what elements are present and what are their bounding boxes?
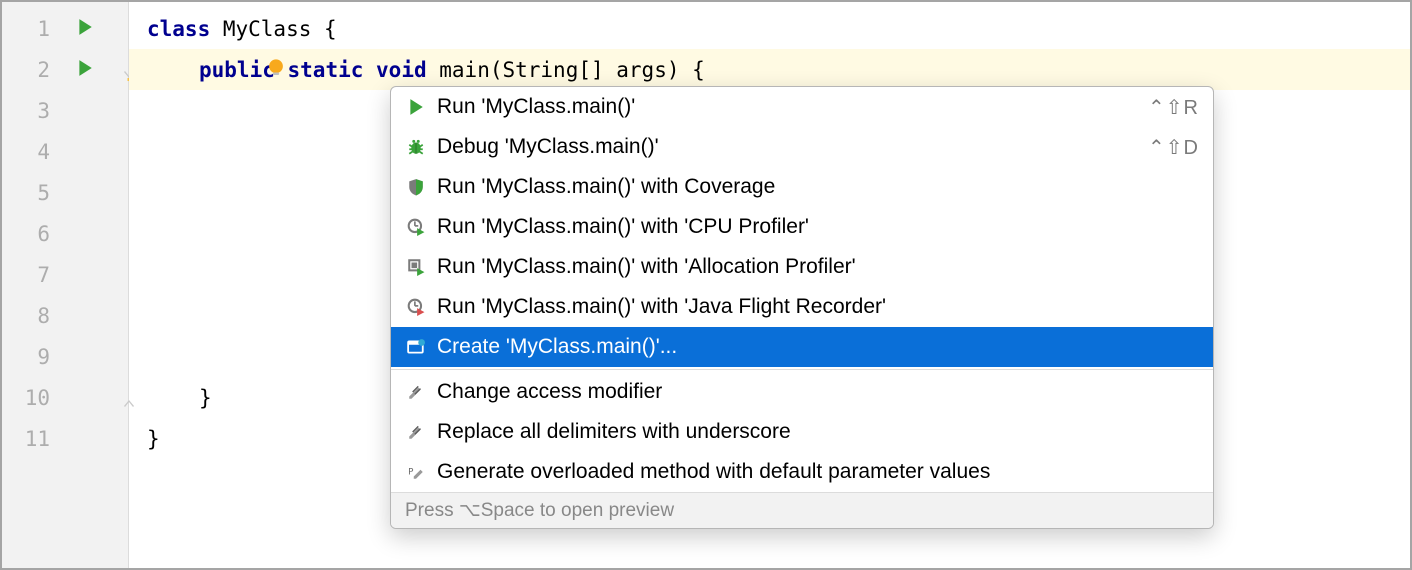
gutter: 1 2 3 4 5 6 7 8 9 10 11 (2, 2, 129, 568)
line-number: 8 (37, 304, 50, 328)
popup-label: Debug 'MyClass.main()' (437, 135, 1148, 159)
brace: { (324, 17, 337, 41)
popup-shortcut: ⌃⇧D (1148, 135, 1199, 160)
popup-label: Run 'MyClass.main()' with Coverage (437, 175, 1199, 199)
brace: } (199, 386, 212, 410)
intention-icon (405, 423, 427, 441)
popup-label: Generate overloaded method with default … (437, 460, 1199, 484)
code-editor: 1 2 3 4 5 6 7 8 9 10 11 clas (2, 2, 1410, 568)
popup-item-run[interactable]: Run 'MyClass.main()' ⌃⇧R (391, 87, 1213, 127)
run-gutter-icon[interactable] (76, 17, 94, 41)
popup-item-alloc-profiler[interactable]: Run 'MyClass.main()' with 'Allocation Pr… (391, 247, 1213, 287)
run-icon (405, 98, 427, 116)
coverage-icon (405, 178, 427, 196)
gutter-line: 4 (2, 131, 128, 172)
gutter-line: 9 (2, 336, 128, 377)
brace: { (692, 58, 705, 82)
gutter-line: 1 (2, 8, 128, 49)
popup-label: Replace all delimiters with underscore (437, 420, 1199, 444)
run-gutter-icon[interactable] (76, 58, 94, 82)
popup-item-debug[interactable]: Debug 'MyClass.main()' ⌃⇧D (391, 127, 1213, 167)
gutter-line: 10 (2, 377, 128, 418)
gutter-line: 8 (2, 295, 128, 336)
popup-label: Change access modifier (437, 380, 1199, 404)
intention-params-icon: P (405, 463, 427, 481)
popup-footer: Press ⌥Space to open preview (391, 492, 1213, 528)
line-number: 2 (37, 58, 50, 82)
line-number: 4 (37, 140, 50, 164)
brace: } (147, 427, 160, 451)
popup-item-coverage[interactable]: Run 'MyClass.main()' with Coverage (391, 167, 1213, 207)
code-line-highlighted: public static void main(String[] args) { (129, 49, 1410, 90)
svg-text:P: P (408, 467, 414, 477)
popup-separator (391, 369, 1213, 370)
code-line: class MyClass { (129, 8, 1410, 49)
jfr-icon (405, 298, 427, 316)
line-number: 10 (25, 386, 50, 410)
popup-item-create-config[interactable]: Create 'MyClass.main()'... (391, 327, 1213, 367)
popup-shortcut: ⌃⇧R (1148, 95, 1199, 120)
gutter-line: 6 (2, 213, 128, 254)
identifier: main(String[] args) (439, 58, 692, 82)
popup-label: Run 'MyClass.main()' (437, 95, 1148, 119)
gutter-line: 5 (2, 172, 128, 213)
popup-item-replace-delimiters[interactable]: Replace all delimiters with underscore (391, 412, 1213, 452)
keyword: void (376, 58, 427, 82)
gutter-line: 3 (2, 90, 128, 131)
line-number: 5 (37, 181, 50, 205)
line-number: 11 (25, 427, 50, 451)
keyword: static (288, 58, 364, 82)
popup-label: Run 'MyClass.main()' with 'Allocation Pr… (437, 255, 1199, 279)
popup-item-jfr[interactable]: Run 'MyClass.main()' with 'Java Flight R… (391, 287, 1213, 327)
popup-item-change-access[interactable]: Change access modifier (391, 372, 1213, 412)
line-number: 3 (37, 99, 50, 123)
gutter-line: 2 (2, 49, 128, 90)
intention-icon (405, 383, 427, 401)
popup-label: Create 'MyClass.main()'... (437, 335, 1199, 359)
popup-item-cpu-profiler[interactable]: Run 'MyClass.main()' with 'CPU Profiler' (391, 207, 1213, 247)
popup-label: Run 'MyClass.main()' with 'CPU Profiler' (437, 215, 1199, 239)
line-number: 1 (37, 17, 50, 41)
gutter-line: 11 (2, 418, 128, 459)
code-area[interactable]: class MyClass { public static void main(… (129, 2, 1410, 568)
popup-label: Run 'MyClass.main()' with 'Java Flight R… (437, 295, 1199, 319)
alloc-profiler-icon (405, 258, 427, 276)
line-number: 7 (37, 263, 50, 287)
line-number: 6 (37, 222, 50, 246)
line-number: 9 (37, 345, 50, 369)
cpu-profiler-icon (405, 218, 427, 236)
debug-icon (405, 138, 427, 156)
gutter-line: 7 (2, 254, 128, 295)
create-config-icon (405, 338, 427, 356)
popup-item-generate-overloaded[interactable]: P Generate overloaded method with defaul… (391, 452, 1213, 492)
run-actions-popup: Run 'MyClass.main()' ⌃⇧R Debug 'MyClass.… (390, 86, 1214, 529)
